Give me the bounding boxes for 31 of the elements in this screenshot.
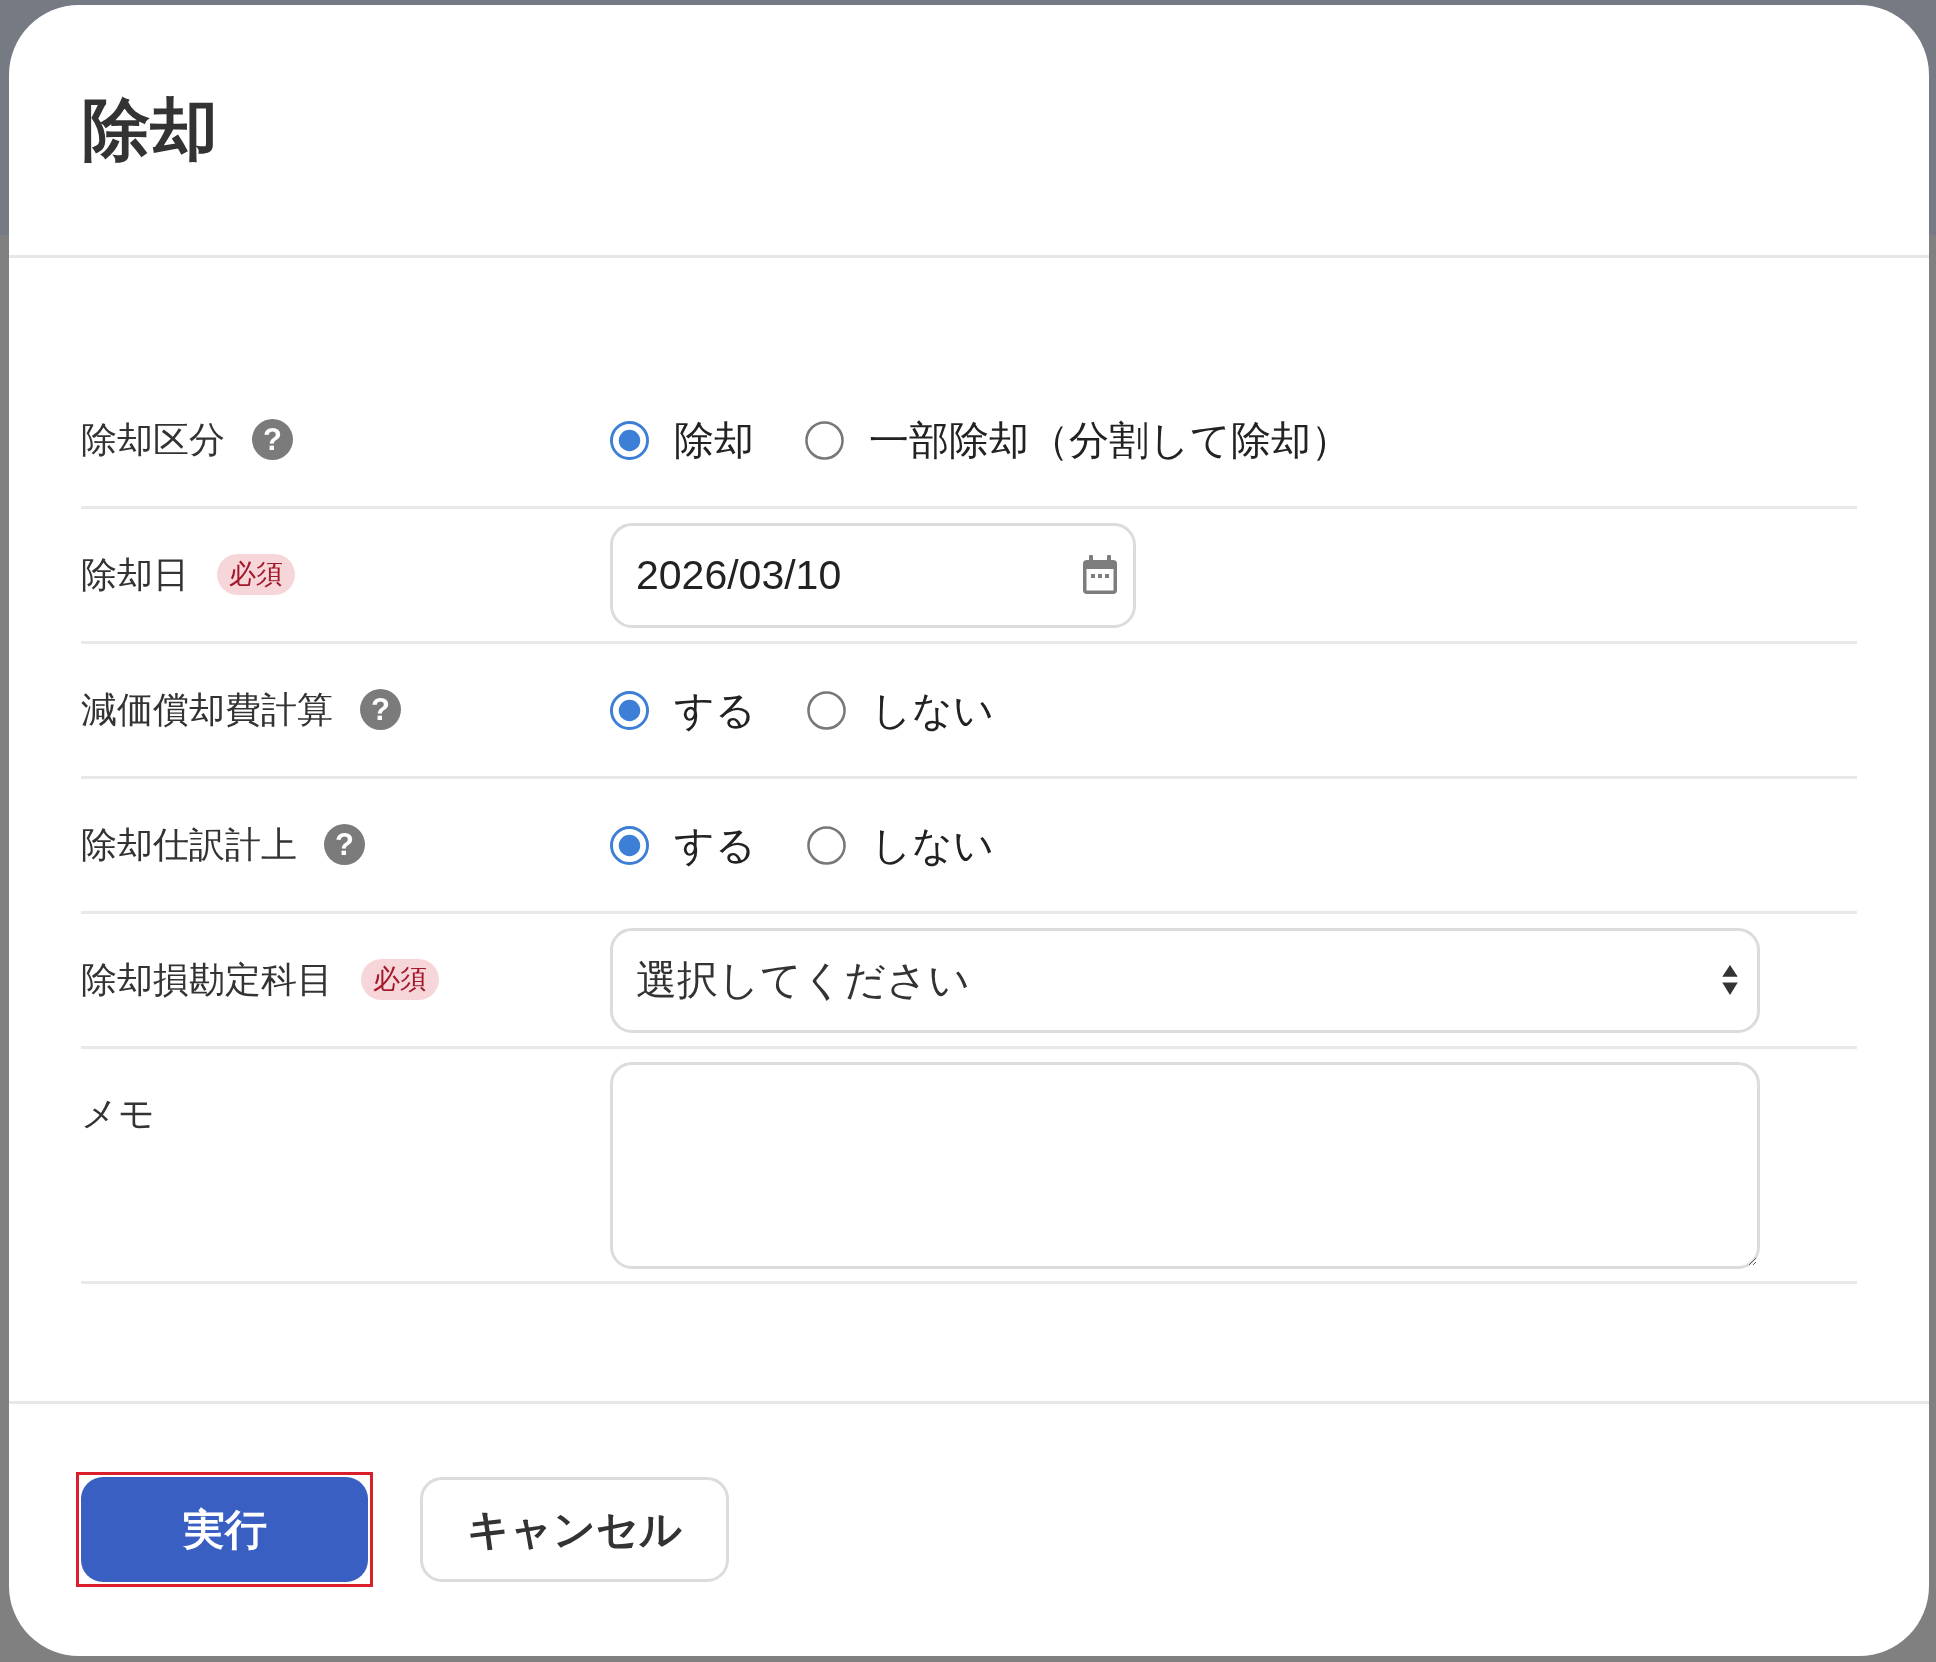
- radio-option[interactable]: しない: [807, 684, 994, 736]
- radio-icon[interactable]: [807, 690, 846, 730]
- memo-field[interactable]: [610, 1062, 1760, 1269]
- radio-option[interactable]: する: [610, 819, 756, 871]
- field-label: 除却日: [81, 552, 189, 597]
- radio-option[interactable]: 一部除却（分割して除却）: [805, 414, 1351, 466]
- required-tag: 必須: [361, 959, 439, 1001]
- radio-icon[interactable]: [610, 420, 649, 460]
- field-label: 除却区分: [81, 417, 225, 462]
- required-tag: 必須: [217, 554, 295, 596]
- radio-icon[interactable]: [805, 420, 844, 460]
- help-icon[interactable]: ?: [324, 824, 365, 866]
- radio-icon[interactable]: [807, 825, 846, 865]
- select-arrows-icon: [1722, 964, 1738, 996]
- radio-icon[interactable]: [610, 690, 649, 730]
- run-button[interactable]: 実行: [81, 1477, 368, 1582]
- field-label: 除却損勘定科目: [81, 957, 333, 1002]
- radio-icon[interactable]: [610, 825, 649, 865]
- dialog-title: 除却: [82, 90, 218, 170]
- help-icon[interactable]: ?: [252, 419, 293, 461]
- cancel-button[interactable]: キャンセル: [420, 1477, 729, 1582]
- field-label: 減価償却費計算: [81, 687, 333, 732]
- radio-option[interactable]: しない: [807, 819, 994, 871]
- help-icon[interactable]: ?: [360, 689, 401, 731]
- account-select[interactable]: 選択してください: [610, 927, 1760, 1033]
- calendar-icon[interactable]: [1082, 555, 1118, 595]
- field-label: メモ: [81, 1092, 155, 1136]
- date-field[interactable]: 2026/03/10: [610, 522, 1136, 628]
- radio-option[interactable]: する: [610, 684, 756, 736]
- radio-option[interactable]: 除却: [610, 414, 754, 466]
- field-label: 除却仕訳計上: [81, 822, 297, 867]
